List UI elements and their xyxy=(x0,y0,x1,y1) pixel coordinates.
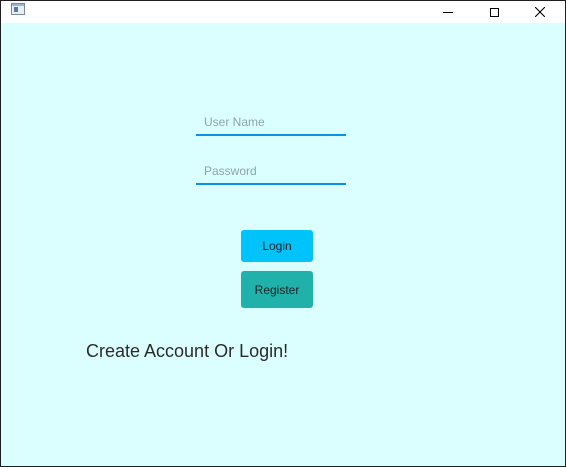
maximize-icon xyxy=(489,7,499,17)
minimize-button[interactable] xyxy=(425,1,471,23)
password-field[interactable] xyxy=(196,159,346,185)
login-panel: Login Register Create Account Or Login! xyxy=(1,23,565,466)
close-button[interactable] xyxy=(517,1,563,23)
maximize-button[interactable] xyxy=(471,1,517,23)
status-message: Create Account Or Login! xyxy=(86,341,289,361)
minimize-icon xyxy=(443,11,453,13)
app-window: Login Register Create Account Or Login! xyxy=(0,0,566,467)
login-button[interactable]: Login xyxy=(241,230,313,262)
username-field[interactable] xyxy=(196,110,346,136)
title-bar[interactable] xyxy=(1,1,565,23)
close-icon xyxy=(535,7,545,17)
app-window-icon xyxy=(11,3,25,15)
register-button[interactable]: Register xyxy=(241,271,313,308)
